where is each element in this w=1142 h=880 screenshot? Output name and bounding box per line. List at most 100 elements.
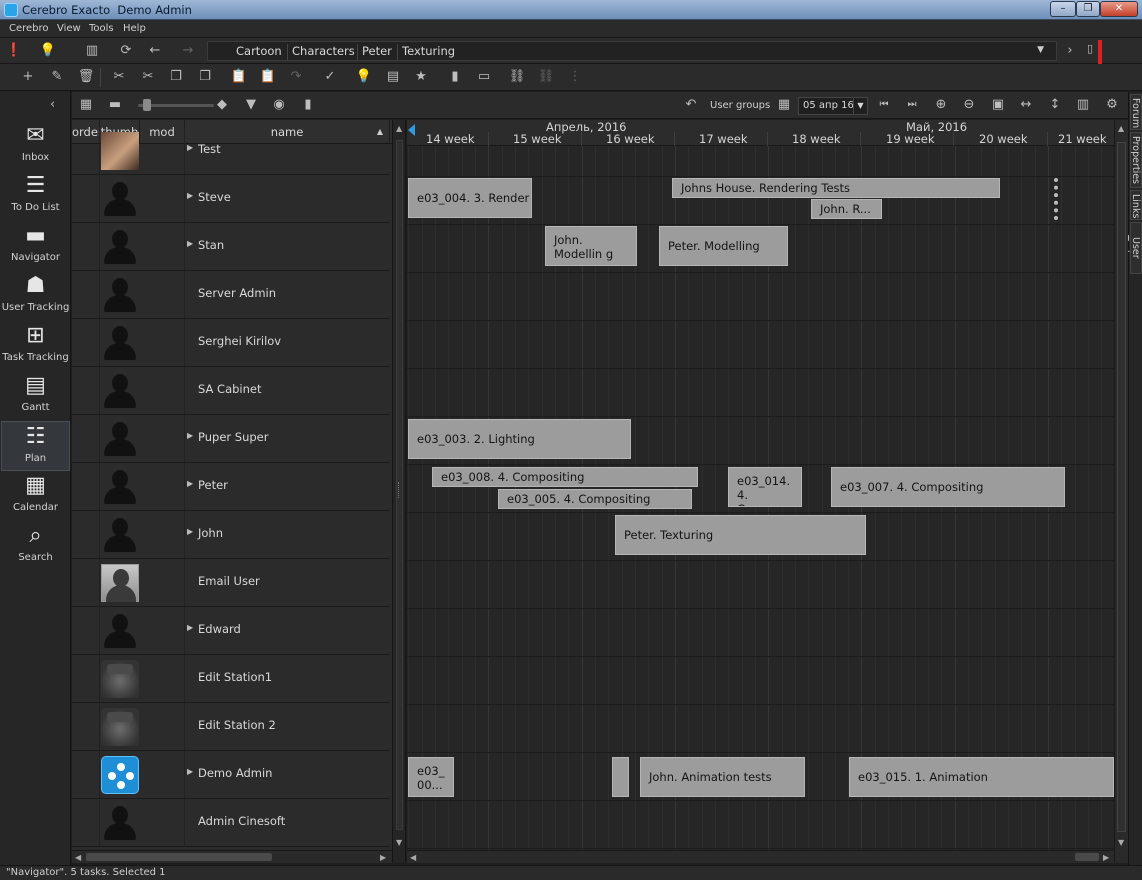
gantt-horizontal-scrollbar[interactable]: ◀ ▶ [407,850,1114,863]
nav-inbox[interactable]: ✉ Inbox [1,121,70,171]
task-bar[interactable]: e03_004. 3. Render [408,178,532,218]
table-row[interactable]: ▶ Steve [72,175,390,223]
scrollbar-thumb[interactable] [1075,853,1099,861]
table-row[interactable]: ▶ Stan [72,223,390,271]
menu-help[interactable]: Help [123,23,146,34]
task-bar[interactable]: e03_008. 4. Compositing [432,467,698,487]
back-arrow-icon[interactable]: ← [145,41,165,61]
calendar-grid-icon[interactable]: ▦ [774,95,794,115]
last-page-icon[interactable]: ⏭ [902,95,922,115]
chevron-down-icon[interactable]: ▼ [853,98,867,114]
maximize-button[interactable]: ❐ [1076,1,1100,17]
tab-forum[interactable]: Forum [1130,94,1142,130]
path-bar[interactable]: Cartoon Characters Peter Texturing ▼ [207,41,1057,61]
task-bar[interactable]: e03_015. 1. Animation [849,757,1114,797]
fit-height-icon[interactable]: ↕ [1045,95,1065,115]
info-icon[interactable]: ❗ [4,41,24,61]
breadcrumb-peter[interactable]: Peter [357,44,392,60]
today-icon[interactable]: ▣ [988,95,1008,115]
filter-icon[interactable]: ▼ [241,95,261,115]
nav-calendar[interactable]: ▦ Calendar [1,471,70,521]
breadcrumb-cartoon[interactable]: Cartoon [232,44,282,60]
more-icon[interactable]: ⋮ [565,67,585,87]
nav-todo-list[interactable]: ☰ To Do List [1,171,70,221]
task-bar[interactable]: John. Animation tests [640,757,805,797]
chevron-down-icon[interactable]: ▼ [1037,45,1044,55]
breadcrumb-characters[interactable]: Characters [287,44,355,60]
scroll-left-icon[interactable]: ◀ [410,853,416,862]
task-bar[interactable]: e03_ 00... [408,757,454,797]
nav-search[interactable]: ⌕ Search [1,521,70,571]
copy-icon[interactable]: ❐ [166,67,186,87]
nav-plan[interactable]: ☷ Plan [1,421,70,471]
task-bar[interactable]: e03_007. 4. Compositing [831,467,1065,507]
tab-properties[interactable]: Properties [1130,132,1142,188]
chevron-right-icon[interactable]: › [1060,41,1080,61]
tab-user-tasks[interactable]: User Tasks [1119,222,1142,274]
zoom-out-icon[interactable]: ⊖ [959,95,979,115]
nav-navigator[interactable]: ▬ Navigator [1,221,70,271]
scroll-thumb-icon[interactable]: ▯ [1080,39,1100,59]
forward-arrow-icon[interactable]: → [178,41,198,61]
expand-arrow-icon[interactable]: ▶ [187,623,193,632]
task-bar[interactable]: e03_014. 4. Comp... [728,467,802,507]
lightbulb-icon[interactable]: 💡 [354,67,374,87]
unlink-icon[interactable]: ⛓ [536,67,556,87]
layout-icon[interactable]: ▥ [82,41,102,61]
table-row[interactable]: ▶ Demo Admin [72,751,390,799]
checkmark-icon[interactable]: ✓ [320,67,340,87]
scroll-down-icon[interactable]: ▼ [396,838,402,847]
add-icon[interactable]: + [18,67,38,87]
collapse-arrow-icon[interactable]: ‹ [50,97,55,112]
table-row[interactable]: ▶ Puper Super [72,415,390,463]
expand-arrow-icon[interactable]: ▶ [187,239,193,248]
expand-arrow-icon[interactable]: ▶ [187,767,193,776]
table-row[interactable]: Serghei Kirilov [72,319,390,367]
splitter[interactable]: ▲ ▼ [392,120,406,863]
nav-gantt[interactable]: ▤ Gantt [1,371,70,421]
close-button[interactable]: ✕ [1100,1,1138,17]
nav-task-tracking[interactable]: ⊞ Task Tracking [1,321,70,371]
task-bar[interactable]: Peter. Texturing [615,515,866,555]
task-bar[interactable]: John. R... [811,199,882,219]
scrollbar-thumb[interactable] [1117,142,1126,832]
scroll-left-icon[interactable]: ◀ [75,853,81,862]
nav-user-tracking[interactable]: ☗ User Tracking [1,271,70,321]
first-page-icon[interactable]: ⏮ [874,95,894,115]
scrollbar-thumb[interactable] [86,853,272,861]
expand-arrow-icon[interactable]: ▶ [187,527,193,536]
splitter-grip[interactable] [398,482,400,498]
refresh-icon[interactable]: ⟳ [116,41,136,61]
menu-view[interactable]: View [57,23,81,34]
trash-icon[interactable]: 🗑 [76,67,96,87]
date-field[interactable]: 05 апр 16 ▼ [798,97,868,115]
cut-icon[interactable]: ✂ [109,67,129,87]
task-bar[interactable]: John. Modellin g [545,226,637,266]
menu-tools[interactable]: Tools [89,23,114,34]
zoom-in-icon[interactable]: ⊕ [931,95,951,115]
bulb-icon[interactable]: 💡 [38,41,58,61]
cut-link-icon[interactable]: ✂ [138,67,158,87]
tag-icon[interactable]: ▭ [474,67,494,87]
minimize-button[interactable]: – [1050,1,1076,17]
scroll-up-icon[interactable]: ▲ [1118,124,1124,133]
edit-pencil-icon[interactable]: ✎ [47,67,67,87]
columns-icon[interactable]: ▥ [1073,95,1093,115]
table-row[interactable]: Edit Station1 [72,655,390,703]
table-row[interactable]: ▶ Peter [72,463,390,511]
grid-icon[interactable]: ▦ [76,95,96,115]
undo-icon[interactable]: ↶ [681,95,701,115]
expand-arrow-icon[interactable]: ▶ [187,479,193,488]
table-row[interactable]: Edit Station 2 [72,703,390,751]
task-bar[interactable]: Peter. Modelling [659,226,788,266]
breadcrumb-texturing[interactable]: Texturing [397,44,455,60]
task-bar[interactable]: e03_005. 4. Compositing [498,489,692,509]
user-groups-label[interactable]: User groups [710,100,770,111]
thumbnail-size-icon[interactable]: ▬ [105,95,125,115]
scroll-down-icon[interactable]: ▼ [1118,838,1124,847]
expand-arrow-icon[interactable]: ▶ [187,431,193,440]
redo-icon[interactable]: ↷ [286,67,306,87]
scroll-right-icon[interactable]: ▶ [380,853,386,862]
scroll-up-icon[interactable]: ▲ [396,124,402,133]
expand-arrow-icon[interactable]: ▶ [187,143,193,152]
